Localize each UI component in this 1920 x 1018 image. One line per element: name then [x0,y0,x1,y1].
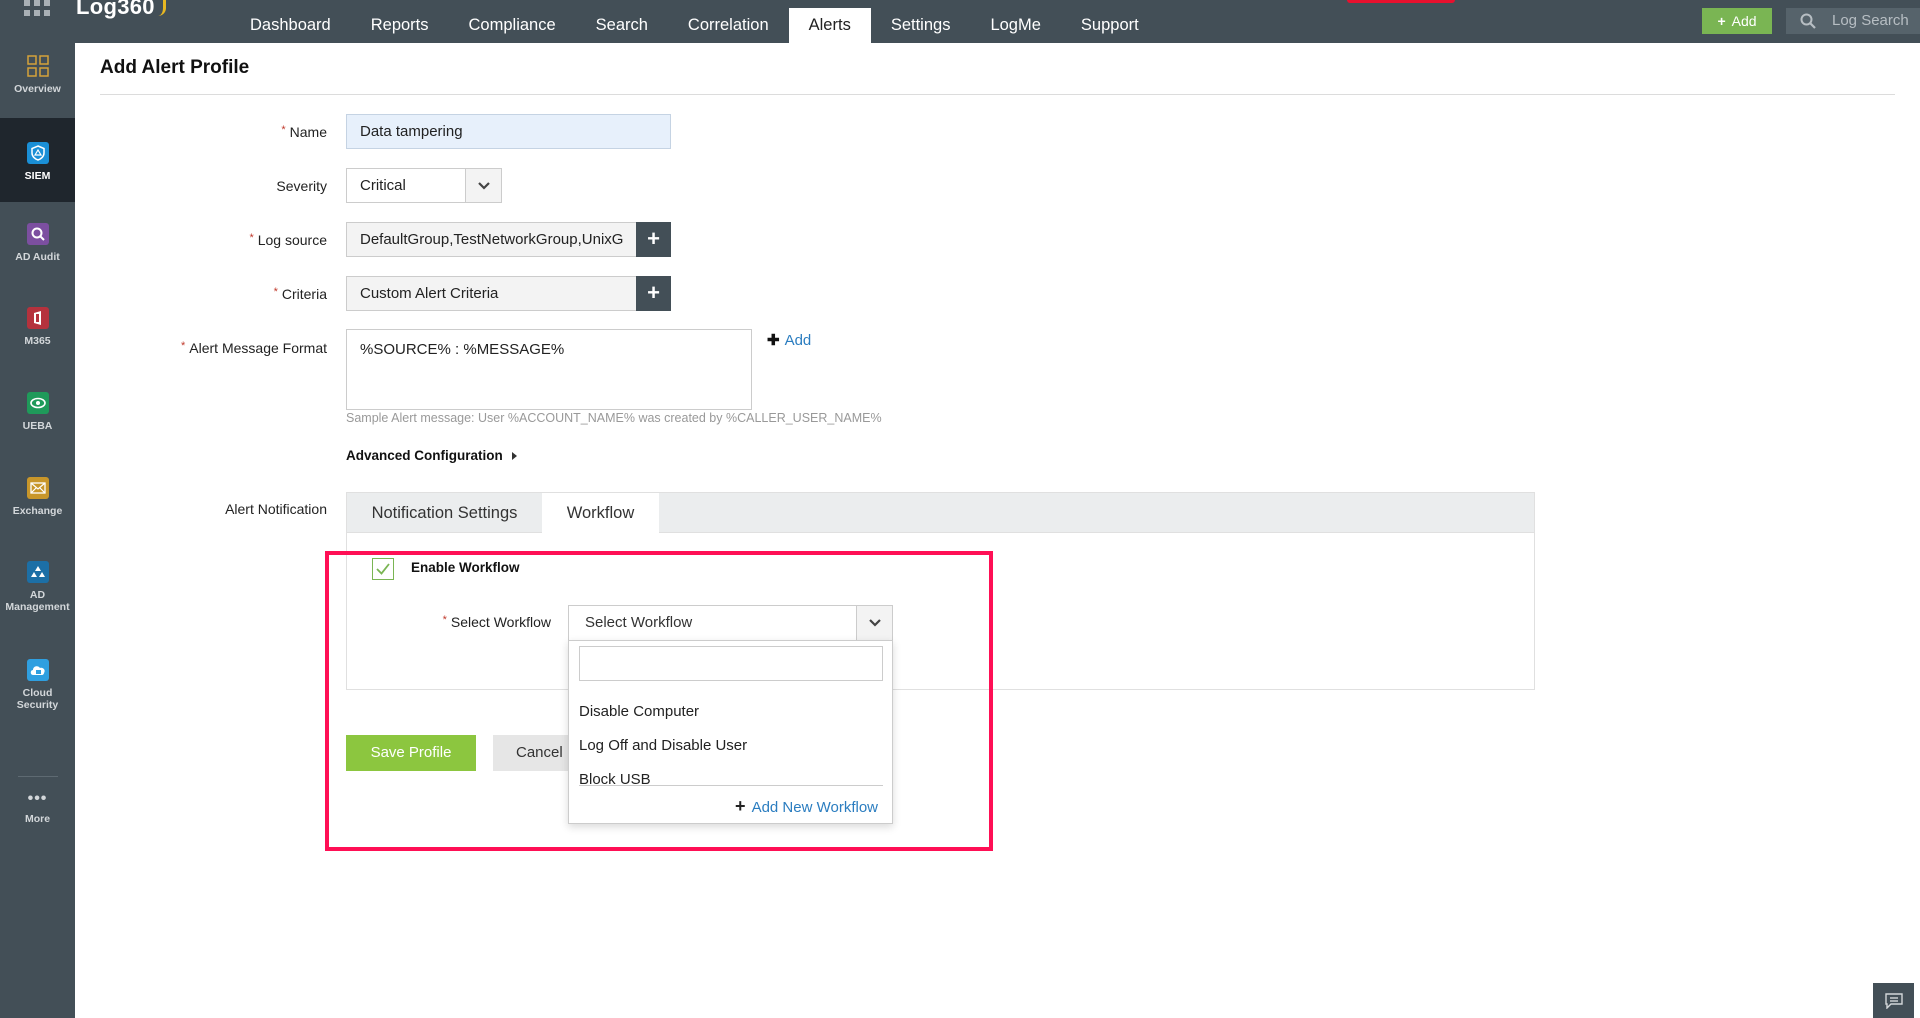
office-icon [26,307,49,329]
sidebar-divider [18,776,58,777]
sidebar-label-line2: Security [16,699,59,711]
add-variable-link[interactable]: ✚ Add [767,331,811,349]
sidebar-label: Cloud [22,687,53,699]
sample-message-hint: Sample Alert message: User %ACCOUNT_NAME… [346,411,882,425]
select-workflow-dropdown[interactable]: Select Workflow [568,605,893,641]
advanced-configuration-toggle[interactable]: Advanced Configuration [346,448,517,463]
chat-icon [1884,992,1903,1009]
sidebar-item-ueba[interactable]: UEBA [0,392,75,452]
enable-workflow-checkbox[interactable] [372,558,394,580]
sidebar-label: UEBA [22,420,53,432]
log-source-label: * Log source [249,232,327,248]
nav-search[interactable]: Search [576,8,668,43]
select-workflow-label: * Select Workflow [442,614,551,630]
search-icon [1800,13,1816,29]
log-search-button[interactable]: Log Search [1786,8,1920,34]
workflow-option-logoff-disable-user[interactable]: Log Off and Disable User [579,737,747,754]
sidebar-label: Overview [14,83,61,95]
nav-reports[interactable]: Reports [351,8,449,43]
plus-icon: + [735,796,746,816]
nav-correlation[interactable]: Correlation [668,8,789,43]
chevron-down-icon [465,169,501,202]
log-search-label: Log Search [1832,12,1909,29]
add-button[interactable]: + Add [1702,8,1772,34]
message-format-textarea[interactable]: %SOURCE% : %MESSAGE% [346,329,752,410]
chevron-down-icon [856,606,892,640]
plus-icon: + [647,280,660,305]
add-criteria-button[interactable]: + [636,276,671,311]
caret-right-icon [511,452,517,461]
criteria-label: * Criteria [273,286,327,302]
cancel-button[interactable]: Cancel [493,735,573,771]
sidebar-item-ad-audit[interactable]: AD Audit [0,223,75,283]
tab-notification-settings[interactable]: Notification Settings [347,493,542,533]
shield-icon [26,142,49,164]
sidebar-item-overview[interactable]: Overview [0,55,75,115]
sidebar-label: Exchange [12,505,63,517]
top-bar: Log360 Dashboard Reports Compliance Sear… [0,0,1920,43]
name-input[interactable]: Data tampering [346,114,671,149]
workflow-option-disable-computer[interactable]: Disable Computer [579,703,699,720]
add-button-label: Add [1731,13,1757,29]
log-source-input[interactable]: DefaultGroup,TestNetworkGroup,UnixG [346,222,637,257]
add-new-workflow-link[interactable]: + Add New Workflow [735,796,878,817]
message-format-label: * Alert Message Format [181,340,327,356]
title-divider [100,94,1895,95]
cloud-lock-icon [26,659,49,681]
checkmark-icon [376,563,390,575]
chat-button[interactable] [1873,983,1914,1018]
ellipsis-icon: ••• [27,790,48,807]
plus-icon: + [1717,13,1726,29]
select-workflow-value: Select Workflow [585,614,693,631]
nav-logme[interactable]: LogMe [970,8,1060,43]
page-title: Add Alert Profile [100,57,250,78]
add-log-source-button[interactable]: + [636,222,671,257]
sidebar-item-m365[interactable]: M365 [0,307,75,367]
sidebar-label: M365 [24,335,51,347]
sidebar-item-cloud-security[interactable]: Cloud Security [0,659,75,734]
sidebar-item-siem[interactable]: SIEM [0,118,75,202]
nav-compliance[interactable]: Compliance [449,8,576,43]
license-badge[interactable] [1347,0,1455,3]
sidebar-label: AD Audit [15,251,60,263]
tab-header: Notification Settings Workflow [347,493,1534,534]
nav-support[interactable]: Support [1061,8,1159,43]
logo-text: Log360 [76,0,155,19]
sidebar-label: AD [29,589,46,601]
plus-icon: ✚ [767,332,780,349]
nav-alerts[interactable]: Alerts [788,8,871,43]
severity-select[interactable]: Critical [346,168,502,203]
nav-settings[interactable]: Settings [871,8,971,43]
severity-label: Severity [276,178,327,194]
criteria-input[interactable]: Custom Alert Criteria [346,276,637,311]
sidebar-item-ad-management[interactable]: AD Management [0,561,75,636]
logo[interactable]: Log360 [76,0,166,20]
workflow-search-input[interactable] [579,646,883,681]
eye-icon [26,392,49,414]
plus-icon: + [647,226,660,251]
name-label: * Name [281,124,327,140]
alert-notification-panel: Notification Settings Workflow [346,492,1535,690]
sidebar-item-more[interactable]: ••• More [0,790,75,841]
app-grid-icon[interactable] [24,0,50,22]
magnifier-icon [26,223,49,245]
sidebar-label-line2: Management [5,601,70,613]
sidebar: Overview SIEM AD Audit M365 UEBA Exchang… [0,43,75,1018]
dropdown-divider [579,785,883,786]
main-nav: Dashboard Reports Compliance Search Corr… [230,8,1159,43]
sidebar-item-exchange[interactable]: Exchange [0,477,75,537]
tab-workflow[interactable]: Workflow [542,493,659,534]
nav-dashboard[interactable]: Dashboard [230,8,351,43]
sidebar-label: SIEM [24,170,51,182]
workflow-dropdown-menu: Disable Computer Log Off and Disable Use… [568,640,893,824]
triangles-icon [26,561,49,583]
severity-value: Critical [360,177,406,194]
enable-workflow-label: Enable Workflow [411,560,520,575]
save-profile-button[interactable]: Save Profile [346,735,476,771]
envelope-icon [26,477,49,499]
grid-icon [26,55,49,77]
logo-swoosh-icon [158,0,166,16]
alert-notification-label: Alert Notification [225,501,327,517]
sidebar-label: More [24,813,51,825]
